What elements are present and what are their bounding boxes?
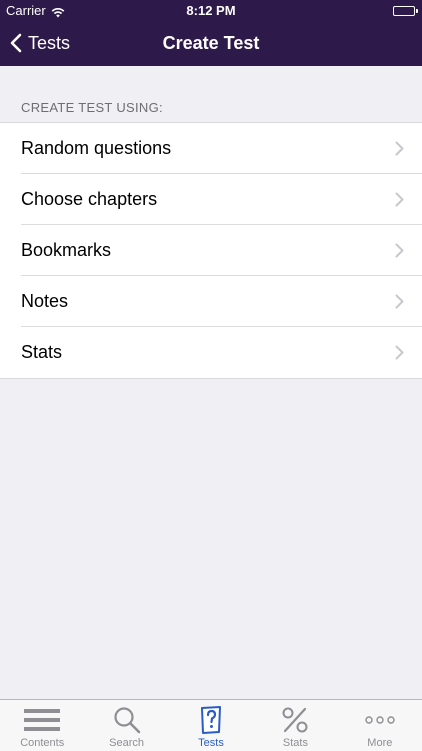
list-item-label: Random questions [21,138,172,158]
tab-more[interactable]: More [338,700,422,751]
more-icon [338,705,422,735]
page-title: Create Test [162,33,260,53]
chevron-right-icon [395,345,404,365]
list-item-label: Notes [21,291,69,311]
tab-search[interactable]: Search [84,700,168,751]
status-bar: Carrier 8:12 PM [0,0,422,22]
list-item-choose-chapters[interactable]: Choose chapters [0,174,422,225]
tab-contents[interactable]: Contents [0,700,84,751]
chevron-right-icon [395,192,404,212]
tab-label: Search [109,737,145,749]
tab-stats[interactable]: Stats [253,700,337,751]
list-item-bookmarks[interactable]: Bookmarks [0,225,422,276]
list-item-notes[interactable]: Notes [0,276,422,327]
tab-bar: Contents Search Tests Stats More [0,699,422,751]
list-item-label: Choose chapters [21,189,158,209]
section-header: CREATE TEST USING: [21,100,163,115]
list-item-label: Bookmarks [21,240,112,260]
list-item-label: Stats [21,342,63,362]
battery-cap [416,9,418,13]
tab-label: Tests [198,737,224,749]
question-scroll-icon [169,705,253,735]
list-item-stats[interactable]: Stats [0,327,422,378]
clock-time: 8:12 PM [186,3,236,18]
create-test-options-list: Random questions Choose chapters Bookmar… [0,122,422,379]
battery-icon [393,6,415,16]
list-item-random-questions[interactable]: Random questions [0,123,422,174]
tab-label: Stats [282,737,308,749]
list-icon [0,705,84,735]
tab-tests[interactable]: Tests [169,700,253,751]
tab-label: Contents [20,737,65,749]
chevron-right-icon [395,243,404,263]
navigation-header: Carrier 8:12 PM Tests Create Test [0,0,422,66]
chevron-right-icon [395,141,404,161]
percent-icon [253,705,337,735]
tab-label: More [367,737,393,749]
chevron-right-icon [395,294,404,314]
search-icon [84,705,168,735]
